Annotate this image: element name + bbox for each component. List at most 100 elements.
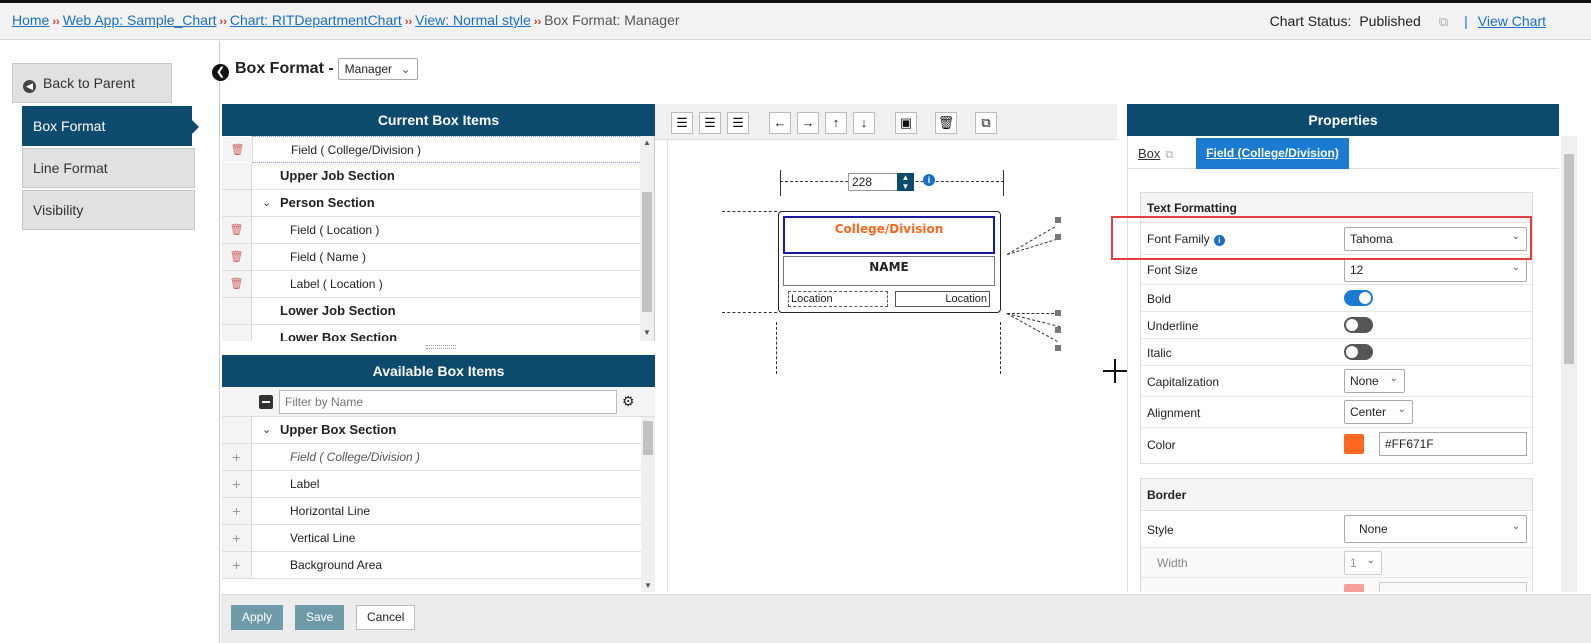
- nav-item-visibility[interactable]: Visibility: [22, 190, 195, 230]
- box-format-header: ❮ Box Format - Manager ⌄: [212, 58, 418, 81]
- list-item[interactable]: 🗑 Field ( Name ): [222, 244, 654, 271]
- scrollbar[interactable]: ▲ ▼: [640, 136, 654, 341]
- back-circle-icon[interactable]: ❮: [212, 64, 229, 81]
- nav-item-line-format[interactable]: Line Format: [22, 148, 195, 188]
- scrollbar[interactable]: ▼: [641, 417, 655, 592]
- add-icon[interactable]: +: [222, 498, 252, 524]
- canvas-toolbar: ☰ ☰ ☰ ← → ↑ ↓ ▣ 🗑 ⧉: [655, 104, 1117, 140]
- scrollbar-thumb[interactable]: [1564, 154, 1574, 364]
- copy-icon[interactable]: ⧉: [975, 112, 997, 134]
- scrollbar[interactable]: [1561, 136, 1577, 592]
- chevron-down-icon: ⌄: [1511, 521, 1520, 532]
- apply-button[interactable]: Apply: [231, 605, 284, 630]
- move-up-icon[interactable]: ↑: [825, 112, 847, 134]
- align-center-icon[interactable]: ☰: [699, 112, 721, 134]
- list-item-label: Label ( Location ): [290, 277, 383, 291]
- color-hex-input[interactable]: #FF671F: [1379, 432, 1527, 456]
- breadcrumb-view[interactable]: View: Normal style: [415, 12, 531, 28]
- trash-icon[interactable]: 🗑: [935, 112, 957, 134]
- list-item[interactable]: ⌄ Person Section: [222, 190, 654, 217]
- capitalization-select[interactable]: None ⌄: [1344, 369, 1405, 393]
- college-division-field[interactable]: College/Division: [783, 216, 995, 254]
- align-right-icon[interactable]: ☰: [727, 112, 749, 134]
- scrollbar-thumb[interactable]: [643, 421, 653, 455]
- list-item[interactable]: 🗑 Label ( Location ): [222, 271, 654, 298]
- cancel-button[interactable]: Cancel: [356, 605, 416, 630]
- handle[interactable]: [1055, 345, 1061, 351]
- location-field[interactable]: Location: [895, 291, 990, 307]
- save-button[interactable]: Save: [295, 605, 345, 630]
- location-label[interactable]: Location: [788, 291, 888, 307]
- list-item[interactable]: + Horizontal Line: [222, 498, 655, 525]
- list-item[interactable]: Lower Box Section: [222, 325, 654, 341]
- handle[interactable]: [1055, 310, 1061, 316]
- collapse-all-icon[interactable]: [259, 395, 273, 409]
- add-icon[interactable]: +: [222, 552, 252, 578]
- view-chart-link[interactable]: View Chart: [1478, 13, 1546, 29]
- list-item[interactable]: + Background Area: [222, 552, 655, 579]
- chevron-down-icon[interactable]: ⌄: [262, 417, 271, 443]
- italic-toggle[interactable]: [1344, 344, 1373, 360]
- chevron-down-icon[interactable]: ⌄: [262, 190, 271, 216]
- back-to-parent-button[interactable]: ◀ Back to Parent: [12, 63, 172, 103]
- list-item[interactable]: + Field ( College/Division ): [222, 444, 655, 471]
- move-down-icon[interactable]: ↓: [853, 112, 875, 134]
- list-item-label: Label: [290, 477, 320, 491]
- fit-frame-icon[interactable]: ▣: [895, 112, 917, 134]
- trash-icon[interactable]: 🗑: [222, 271, 252, 297]
- bold-toggle[interactable]: [1344, 290, 1373, 306]
- list-item[interactable]: 🗑 Field ( College/Division ): [223, 136, 654, 163]
- add-icon[interactable]: +: [222, 444, 252, 470]
- list-item[interactable]: Lower Job Section: [222, 298, 654, 325]
- color-swatch[interactable]: [1344, 434, 1364, 454]
- move-right-icon[interactable]: →: [797, 112, 819, 134]
- box-preview[interactable]: College/Division NAME Location Location: [778, 211, 1001, 313]
- gear-icon[interactable]: ⚙: [622, 393, 635, 410]
- name-field[interactable]: NAME: [783, 256, 995, 286]
- list-item[interactable]: + Vertical Line: [222, 525, 655, 552]
- current-box-items-list: 🗑 Field ( College/Division ) Upper Job Se…: [222, 136, 655, 341]
- filter-input[interactable]: [279, 390, 617, 414]
- scroll-down-icon[interactable]: ▼: [640, 328, 654, 337]
- width-value[interactable]: 228: [848, 173, 898, 191]
- breadcrumb-home[interactable]: Home: [12, 12, 49, 28]
- external-link-icon[interactable]: ⧉: [1439, 14, 1448, 29]
- add-icon[interactable]: +: [222, 471, 252, 497]
- handle[interactable]: [1055, 234, 1061, 240]
- list-item[interactable]: ⌄ Upper Box Section: [222, 417, 655, 444]
- underline-toggle[interactable]: [1344, 317, 1373, 333]
- scrollbar-thumb[interactable]: [642, 192, 652, 312]
- border-width-row: Width 1 ⌄: [1141, 548, 1532, 578]
- nav-item-box-format[interactable]: Box Format: [22, 106, 199, 146]
- panel-splitter[interactable]: [426, 345, 456, 349]
- handle[interactable]: [1055, 327, 1061, 333]
- move-left-icon[interactable]: ←: [769, 112, 791, 134]
- border-style-select[interactable]: None ⌄: [1344, 515, 1527, 543]
- breadcrumb-web-app[interactable]: Web App: Sample_Chart: [63, 12, 217, 28]
- trash-icon[interactable]: 🗑: [223, 137, 253, 162]
- list-item[interactable]: 🗑 Field ( Location ): [222, 217, 654, 244]
- tab-field[interactable]: Field (College/Division): [1196, 138, 1349, 169]
- handle[interactable]: [1055, 217, 1061, 223]
- trash-icon[interactable]: 🗑: [222, 217, 252, 243]
- font-size-select[interactable]: 12 ⌄: [1344, 258, 1527, 282]
- connector-line: [722, 211, 777, 212]
- list-item[interactable]: Upper Job Section: [222, 163, 654, 190]
- box-format-title: Box Format -: [235, 60, 334, 77]
- info-icon[interactable]: i: [923, 174, 935, 186]
- scroll-down-icon[interactable]: ▼: [641, 581, 655, 590]
- align-left-icon[interactable]: ☰: [671, 112, 693, 134]
- alignment-select[interactable]: Center ⌄: [1344, 400, 1413, 424]
- box-format-select[interactable]: Manager ⌄: [337, 58, 418, 80]
- add-icon[interactable]: +: [222, 525, 252, 551]
- width-stepper[interactable]: 228 ▲ ▼: [848, 173, 916, 191]
- list-item-label: Background Area: [290, 558, 383, 572]
- trash-icon[interactable]: 🗑: [222, 244, 252, 270]
- tab-box[interactable]: Box ⧉: [1138, 146, 1173, 162]
- scroll-up-icon[interactable]: ▲: [640, 138, 654, 147]
- copy-icon[interactable]: ⧉: [1165, 149, 1173, 162]
- breadcrumb-chart[interactable]: Chart: RITDepartmentChart: [230, 12, 402, 28]
- spin-arrows-icon[interactable]: ▲ ▼: [897, 173, 914, 191]
- list-item[interactable]: + Label: [222, 471, 655, 498]
- capitalization-row: Capitalization None ⌄: [1141, 366, 1532, 397]
